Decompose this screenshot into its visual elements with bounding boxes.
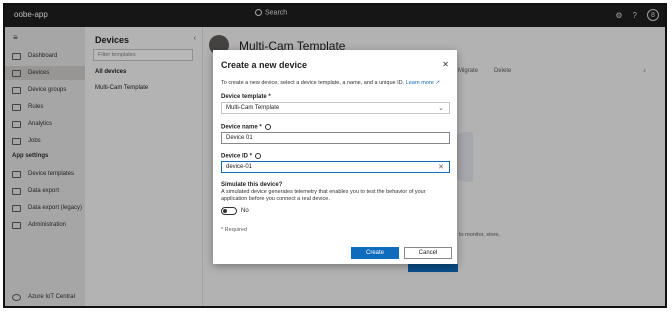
cancel-button[interactable]: Cancel — [404, 247, 452, 259]
app-window: oobe-app Search ⚙ ? 8 ≡ Dashboard Device… — [3, 3, 667, 308]
info-icon[interactable] — [264, 124, 271, 130]
simulate-toggle[interactable] — [221, 207, 237, 215]
info-icon[interactable] — [255, 153, 262, 159]
create-button[interactable]: Create — [351, 247, 399, 259]
device-name-input[interactable]: Device 01 — [221, 132, 450, 144]
chevron-down-icon: ⌄ — [438, 105, 444, 112]
id-label: Device ID * — [221, 153, 262, 160]
dialog-title: Create a new device — [221, 60, 308, 70]
toggle-label: No — [241, 208, 249, 214]
template-dropdown[interactable]: Multi-Cam Template ⌄ — [221, 102, 450, 114]
required-note: * Required — [221, 227, 247, 233]
create-device-dialog: Create a new device ✕ To create a new de… — [213, 50, 457, 264]
name-label: Device name * — [221, 124, 271, 131]
learn-more-link[interactable]: Learn more — [406, 80, 434, 86]
external-link-icon: ↗ — [433, 80, 440, 86]
simulate-description: A simulated device generates telemetry t… — [221, 189, 426, 202]
close-icon[interactable]: ✕ — [442, 60, 449, 69]
clear-icon[interactable]: ✕ — [438, 163, 444, 171]
dialog-intro: To create a new device, select a device … — [221, 80, 440, 86]
template-label: Device template * — [221, 94, 271, 100]
simulate-label: Simulate this device? — [221, 182, 283, 188]
device-id-input[interactable]: device-01 ✕ — [221, 161, 450, 173]
toggle-knob — [223, 209, 227, 213]
